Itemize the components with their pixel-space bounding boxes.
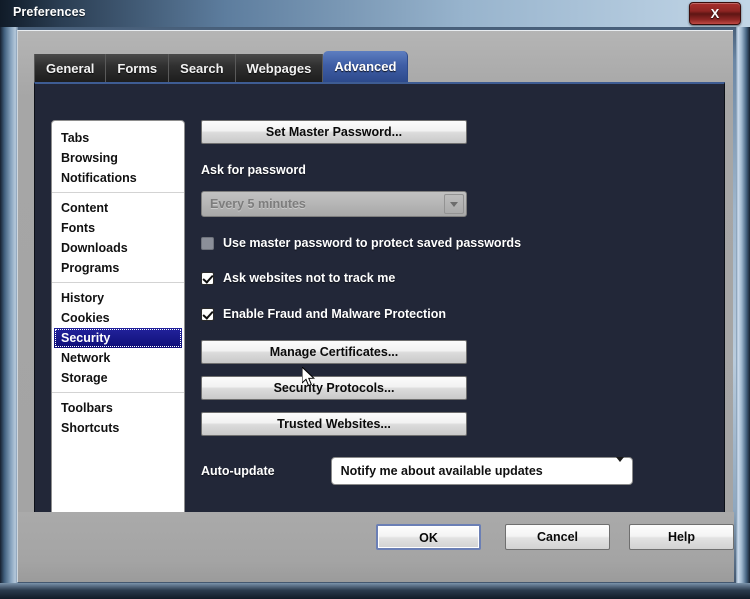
sidebar-item-network[interactable]: Network	[52, 348, 184, 368]
sidebar-item-label: Programs	[61, 261, 120, 275]
window-title: Preferences	[13, 5, 86, 19]
tab-forms[interactable]: Forms	[106, 54, 170, 82]
window-frame: Preferences X General Forms Search Webpages…	[0, 0, 750, 599]
sidebar-item-label: Tabs	[61, 131, 90, 145]
checkbox-do-not-track[interactable]	[201, 271, 214, 285]
sidebar-item-tabs[interactable]: Tabs	[52, 128, 184, 148]
sidebar-item-browsing[interactable]: Browsing	[52, 148, 184, 168]
sidebar-item-history[interactable]: History	[52, 288, 184, 308]
checkbox-fraud-protection[interactable]	[201, 307, 214, 321]
sidebar-group: Toolbars Shortcuts	[52, 392, 184, 442]
trusted-websites-button[interactable]: Trusted Websites...	[201, 412, 467, 436]
dialog-button-bar: OK Cancel Help	[18, 512, 734, 582]
sidebar-item-shortcuts[interactable]: Shortcuts	[52, 418, 184, 438]
checkbox-row-do-not-track[interactable]: Ask websites not to track me	[201, 269, 721, 287]
sidebar-item-label: History	[61, 291, 105, 305]
sidebar-item-label: Security	[61, 331, 111, 345]
sidebar-item-storage[interactable]: Storage	[52, 368, 184, 388]
chevron-down-icon	[444, 194, 464, 214]
window-frame-left-edge	[0, 0, 18, 599]
close-icon: X	[710, 6, 720, 21]
sidebar-item-label: Storage	[61, 371, 108, 385]
cancel-button[interactable]: Cancel	[505, 524, 610, 550]
dialog-body: General Forms Search Webpages Advanced Tabs B…	[17, 30, 734, 582]
tab-advanced[interactable]: Advanced	[323, 51, 409, 82]
tab-webpages[interactable]: Webpages	[235, 54, 324, 82]
sidebar-item-label: Network	[61, 351, 111, 365]
tab-search[interactable]: Search	[169, 54, 236, 82]
manage-certificates-button[interactable]: Manage Certificates...	[201, 340, 467, 364]
sidebar-group: Content Fonts Downloads Programs	[52, 192, 184, 282]
sidebar-item-label: Content	[61, 201, 109, 215]
auto-update-value: Notify me about available updates	[340, 464, 543, 478]
sidebar-item-label: Shortcuts	[61, 421, 120, 435]
sidebar-item-content[interactable]: Content	[52, 198, 184, 218]
content-panel: Tabs Browsing Notifications Content Fonts Dow…	[34, 82, 725, 542]
ok-button[interactable]: OK	[376, 524, 481, 550]
ask-for-password-label: Ask for password	[201, 163, 306, 177]
tab-general[interactable]: General	[34, 54, 107, 82]
sidebar-category-list[interactable]: Tabs Browsing Notifications Content Fonts Dow…	[51, 120, 185, 518]
sidebar-item-label: Downloads	[61, 241, 128, 255]
sidebar-item-label: Browsing	[61, 151, 118, 165]
sidebar-item-label: Toolbars	[61, 401, 113, 415]
auto-update-label: Auto-update	[201, 464, 275, 478]
sidebar-item-fonts[interactable]: Fonts	[52, 218, 184, 238]
sidebar-item-programs[interactable]: Programs	[52, 258, 184, 278]
sidebar-item-security[interactable]: Security	[54, 328, 182, 348]
chevron-down-icon	[615, 457, 624, 480]
tab-strip: General Forms Search Webpages Advanced	[34, 51, 409, 82]
sidebar-item-cookies[interactable]: Cookies	[52, 308, 184, 328]
sidebar-group: Tabs Browsing Notifications	[52, 128, 184, 192]
checkbox-use-master-password	[201, 236, 214, 250]
security-settings-pane: Set Master Password... Ask for password …	[201, 120, 721, 485]
window-frame-right-edge	[736, 0, 750, 599]
tab-label: General	[46, 60, 95, 76]
tab-label: Search	[180, 60, 224, 76]
sidebar-item-notifications[interactable]: Notifications	[52, 168, 184, 188]
sidebar-group: History Cookies Security Network Storage	[52, 282, 184, 392]
sidebar-item-toolbars[interactable]: Toolbars	[52, 398, 184, 418]
checkbox-row-use-master-password[interactable]: Use master password to protect saved pas…	[201, 234, 721, 252]
ask-for-password-dropdown: Every 5 minutes	[201, 191, 467, 217]
checkbox-label-do-not-track: Ask websites not to track me	[223, 271, 396, 285]
sidebar-item-label: Cookies	[61, 311, 110, 325]
window-frame-bottom-edge	[0, 583, 750, 599]
ask-for-password-value: Every 5 minutes	[210, 197, 306, 211]
checkbox-label-use-master-password: Use master password to protect saved pas…	[223, 236, 522, 250]
sidebar-item-label: Notifications	[61, 171, 137, 185]
checkbox-row-fraud-protection[interactable]: Enable Fraud and Malware Protection	[201, 305, 721, 323]
tab-label: Advanced	[334, 59, 397, 74]
help-button[interactable]: Help	[629, 524, 734, 550]
checkbox-label-fraud-protection: Enable Fraud and Malware Protection	[223, 307, 446, 321]
title-bar[interactable]: Preferences X	[0, 0, 750, 27]
security-protocols-button[interactable]: Security Protocols...	[201, 376, 467, 400]
sidebar-item-downloads[interactable]: Downloads	[52, 238, 184, 258]
tab-label: Forms	[117, 60, 158, 76]
sidebar-item-label: Fonts	[61, 221, 96, 235]
auto-update-dropdown[interactable]: Notify me about available updates	[330, 457, 633, 485]
set-master-password-button[interactable]: Set Master Password...	[201, 120, 467, 144]
close-button[interactable]: X	[689, 2, 741, 25]
tab-label: Webpages	[246, 60, 312, 76]
